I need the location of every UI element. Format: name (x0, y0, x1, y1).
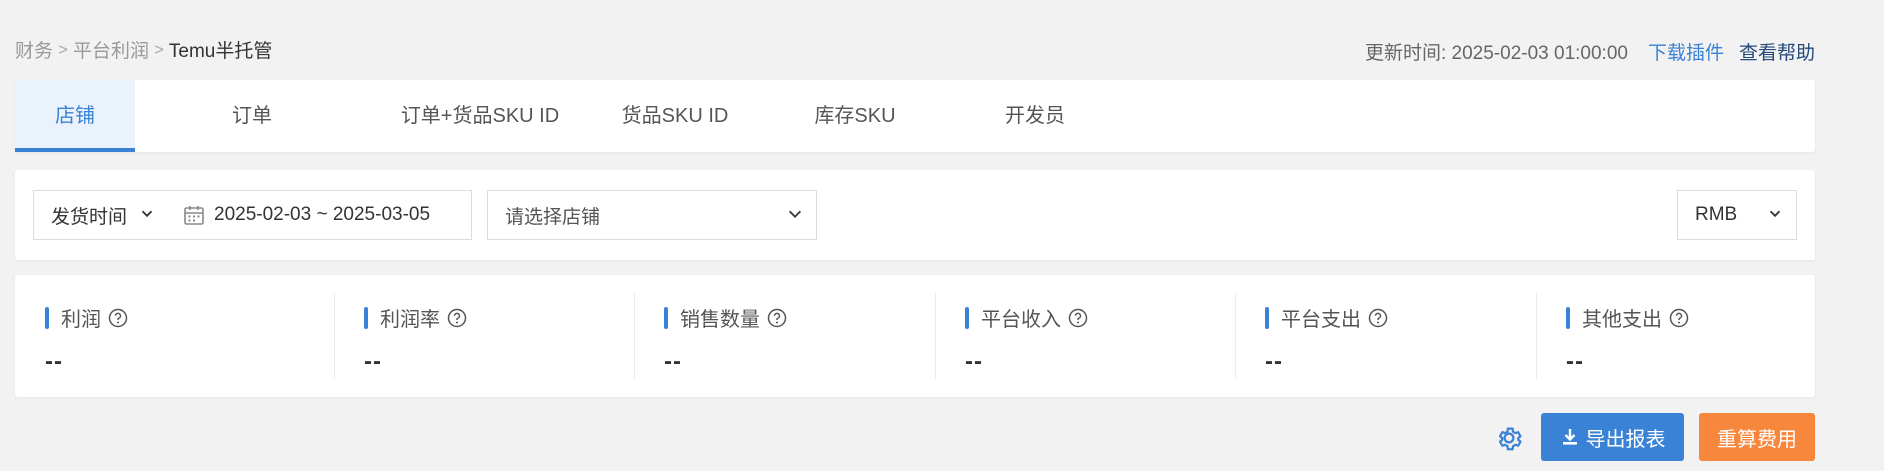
export-report-button[interactable]: 导出报表 (1541, 413, 1684, 461)
breadcrumb-item-platform-profit[interactable]: 平台利润 (73, 36, 149, 63)
update-time-text: 更新时间: 2025-02-03 01:00:00 (1365, 38, 1628, 65)
help-icon[interactable] (767, 308, 787, 328)
stat-label-text: 利润率 (380, 309, 440, 331)
tab-order-sku-id[interactable]: 订单+货品SKU ID (375, 80, 585, 152)
stats-panel: 利润 -- 利润率 -- 销售数量 -- 平台收入 -- 平台支出 -- 其他支… (15, 275, 1815, 397)
date-range-picker[interactable]: 2025-02-03 ~ 2025-03-05 (168, 190, 472, 240)
help-icon[interactable] (1669, 308, 1689, 328)
chevron-down-icon (1769, 210, 1781, 218)
update-label: 更新时间: (1364, 43, 1447, 64)
breadcrumb: 财务 > 平台利润 > Temu半托管 (15, 36, 272, 63)
calendar-icon (184, 206, 204, 225)
stat-label: 平台收入 (965, 303, 1088, 332)
currency-value: RMB (1695, 204, 1738, 225)
stat-label-text: 平台收入 (981, 309, 1061, 331)
stat-other-expense: 其他支出 -- (1536, 293, 1689, 379)
stat-label: 销售数量 (664, 303, 787, 332)
help-icon[interactable] (1068, 308, 1088, 328)
date-type-value: 发货时间 (51, 206, 128, 228)
download-icon (1562, 429, 1577, 445)
store-select-placeholder: 请选择店铺 (505, 206, 601, 228)
help-icon[interactable] (108, 308, 128, 328)
stat-value: -- (45, 348, 63, 375)
currency-select[interactable]: RMB (1677, 190, 1797, 240)
tab-goods-sku-id[interactable]: 货品SKU ID (600, 80, 750, 152)
breadcrumb-separator: > (58, 39, 68, 59)
stat-label: 利润 (45, 303, 128, 332)
tab-bar: 店铺 订单 订单+货品SKU ID 货品SKU ID 库存SKU 开发员 (15, 80, 1815, 152)
stat-platform-income: 平台收入 -- (935, 293, 1088, 379)
accent-bar (1566, 306, 1570, 329)
stat-platform-expense: 平台支出 -- (1235, 293, 1388, 379)
stat-label-text: 销售数量 (680, 309, 760, 331)
recalculate-fees-button[interactable]: 重算费用 (1699, 413, 1815, 461)
gear-icon[interactable] (1494, 423, 1524, 453)
tab-developer[interactable]: 开发员 (960, 80, 1110, 152)
stat-value: -- (664, 348, 682, 375)
breadcrumb-item-current: Temu半托管 (168, 41, 273, 62)
accent-bar (45, 306, 49, 329)
stat-label: 平台支出 (1265, 303, 1388, 332)
stat-value: -- (364, 348, 382, 375)
date-type-select[interactable]: 发货时间 (33, 190, 169, 240)
stat-value: -- (1566, 348, 1584, 375)
stat-label-text: 利润 (61, 309, 101, 331)
view-help-link[interactable]: 查看帮助 (1739, 38, 1815, 65)
tab-order[interactable]: 订单 (192, 80, 312, 152)
stat-value: -- (1265, 348, 1283, 375)
export-report-label: 导出报表 (1585, 428, 1666, 451)
stat-label: 其他支出 (1566, 303, 1689, 332)
tab-store[interactable]: 店铺 (15, 80, 135, 152)
accent-bar (965, 306, 969, 329)
header-info: 更新时间: 2025-02-03 01:00:00 下载插件 查看帮助 (1365, 38, 1815, 65)
stat-value: -- (965, 348, 983, 375)
chevron-down-icon (788, 210, 802, 218)
page: 财务 > 平台利润 > Temu半托管 更新时间: 2025-02-03 01:… (0, 0, 1884, 471)
filter-bar: 发货时间 2025-02-03 ~ 2025-03-05 请选择店铺 RMB (15, 170, 1815, 260)
stat-profit-rate: 利润率 -- (334, 293, 467, 379)
accent-bar (664, 306, 668, 329)
stat-label: 利润率 (364, 303, 467, 332)
download-plugin-link[interactable]: 下载插件 (1648, 38, 1724, 65)
recalculate-fees-label: 重算费用 (1717, 428, 1797, 451)
breadcrumb-separator: > (153, 39, 164, 59)
stat-label-text: 其他支出 (1582, 309, 1662, 331)
accent-bar (1265, 306, 1269, 329)
stat-profit: 利润 -- (45, 293, 128, 379)
store-select[interactable]: 请选择店铺 (487, 190, 817, 240)
chevron-down-icon (141, 210, 153, 218)
stat-label-text: 平台支出 (1281, 309, 1361, 331)
update-time-value: 2025-02-03 01:00:00 (1451, 43, 1628, 64)
help-icon[interactable] (447, 308, 467, 328)
stat-sales-quantity: 销售数量 -- (634, 293, 787, 379)
breadcrumb-item-finance[interactable]: 财务 (15, 36, 53, 63)
date-range-value: 2025-02-03 ~ 2025-03-05 (214, 204, 431, 225)
tab-stock-sku[interactable]: 库存SKU (780, 80, 930, 152)
help-icon[interactable] (1368, 308, 1388, 328)
accent-bar (364, 306, 368, 329)
